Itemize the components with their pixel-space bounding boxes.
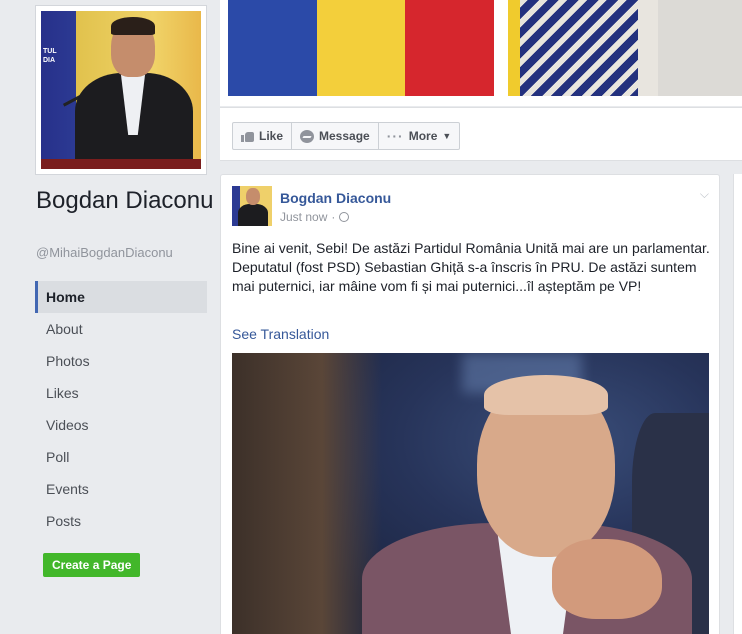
nav-item-posts[interactable]: Posts — [35, 505, 207, 537]
photo-background-left — [232, 353, 382, 634]
create-page-button[interactable]: Create a Page — [43, 553, 141, 577]
flag-red-stripe — [405, 0, 495, 96]
romanian-flag-image — [228, 0, 495, 96]
globe-icon[interactable] — [339, 212, 350, 222]
post-card: Bogdan Diaconu Just now · ⌵ Bine ai veni… — [220, 174, 720, 634]
page-title[interactable]: Bogdan Diaconu — [36, 188, 216, 213]
right-column-edge — [733, 174, 742, 634]
post-author-link[interactable]: Bogdan Diaconu — [280, 190, 391, 206]
dots-icon: ··· — [386, 128, 404, 144]
profile-photo-sign-text: TUL DIA — [43, 48, 57, 64]
avatar[interactable] — [232, 186, 272, 226]
nav-item-photos[interactable]: Photos — [35, 345, 207, 377]
like-button[interactable]: Like — [232, 122, 293, 150]
cover-photo[interactable] — [220, 0, 742, 106]
cover-artwork-image — [508, 0, 742, 96]
podium — [41, 159, 201, 169]
cover-art-yellow-edge — [508, 0, 520, 96]
post-timestamp[interactable]: Just now — [280, 210, 327, 224]
post-text: Bine ai venit, Sebi! De astăzi Partidul … — [232, 240, 710, 294]
page-action-buttons: Like Message ··· More ▼ — [232, 122, 461, 150]
caret-down-icon: ▼ — [442, 130, 452, 141]
more-button-label: More — [408, 129, 438, 143]
profile-person-hair — [111, 17, 155, 35]
more-button[interactable]: ··· More ▼ — [378, 122, 461, 150]
page-nav: Home About Photos Likes Videos Poll Even… — [35, 281, 207, 537]
nav-item-poll[interactable]: Poll — [35, 441, 207, 473]
nav-item-videos[interactable]: Videos — [35, 409, 207, 441]
flag-yellow-stripe — [316, 0, 406, 96]
nav-item-events[interactable]: Events — [35, 473, 207, 505]
see-translation-link[interactable]: See Translation — [232, 326, 329, 342]
photo-person-hand — [552, 539, 662, 619]
flag-blue-stripe — [228, 0, 317, 96]
like-button-label: Like — [259, 129, 284, 143]
avatar-head — [246, 188, 260, 205]
nav-item-home[interactable]: Home — [35, 281, 207, 313]
message-button[interactable]: Message — [292, 122, 379, 150]
nav-item-likes[interactable]: Likes — [35, 377, 207, 409]
page-action-bar: Like Message ··· More ▼ — [220, 107, 742, 161]
cover-art-pattern — [508, 0, 638, 96]
page-handle[interactable]: @MihaiBogdanDiaconu — [36, 245, 173, 260]
message-button-label: Message — [319, 129, 370, 143]
nav-item-about[interactable]: About — [35, 313, 207, 345]
profile-photo: TUL DIA — [41, 11, 201, 169]
photo-person-hair — [484, 375, 608, 415]
left-sidebar: TUL DIA Bogdan Diaconu @MihaiBogdanDiaco… — [0, 0, 220, 634]
cover-art-person — [658, 0, 742, 96]
profile-picture[interactable]: TUL DIA — [35, 5, 207, 175]
chevron-down-icon[interactable]: ⌵ — [700, 187, 709, 202]
meta-separator: · — [331, 210, 336, 224]
messenger-icon — [300, 129, 315, 143]
avatar-body — [238, 204, 268, 226]
post-meta: Just now · — [280, 210, 350, 224]
post-photo[interactable] — [232, 353, 709, 634]
thumbs-up-icon — [241, 130, 254, 142]
